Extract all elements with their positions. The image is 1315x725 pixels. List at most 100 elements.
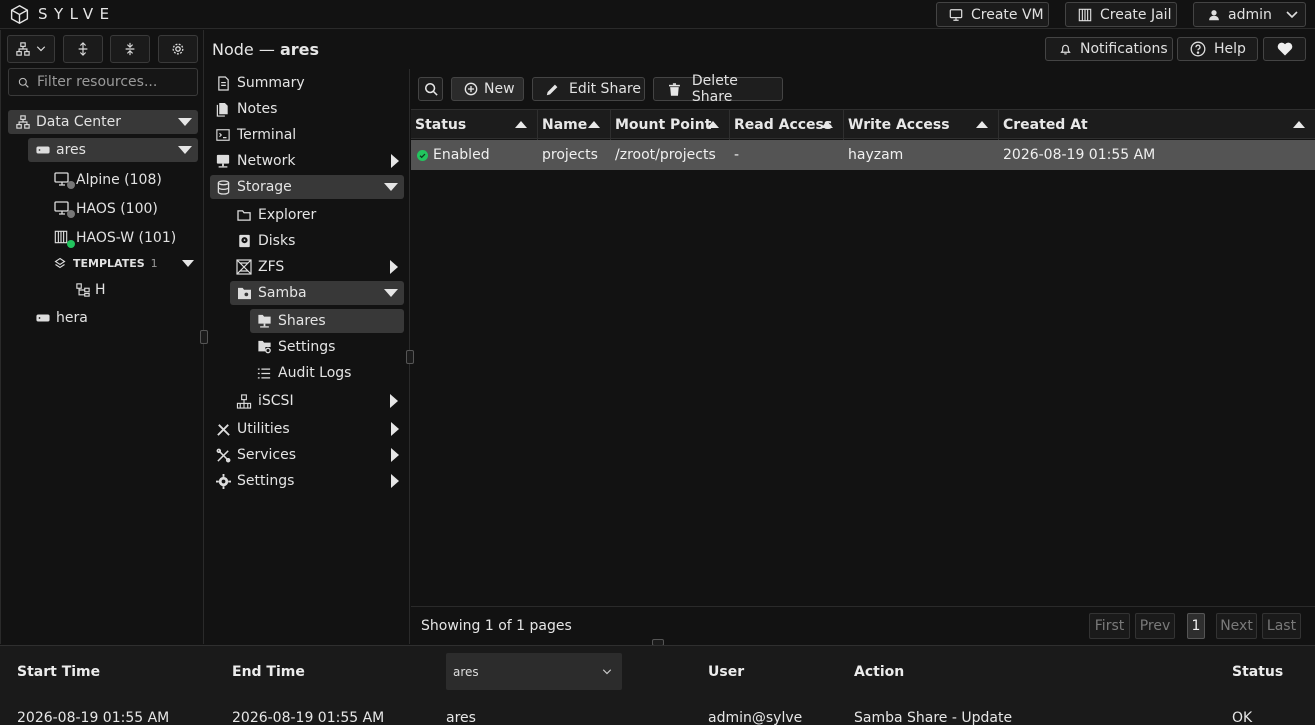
table-header: Status Name Mount Point Read Access Writ… (411, 109, 1315, 140)
column-header-status[interactable]: Status (411, 110, 538, 140)
monitor-icon (949, 8, 963, 21)
nav-summary[interactable]: Summary (215, 71, 405, 95)
tree-settings-button[interactable] (158, 35, 198, 63)
edit-share-button[interactable]: Edit Share (532, 77, 645, 101)
caret-down-icon[interactable] (182, 259, 194, 267)
column-header-action[interactable]: Action (854, 664, 904, 680)
heart-icon (1277, 42, 1292, 56)
donate-button[interactable] (1263, 37, 1306, 61)
nav-notes[interactable]: Notes (215, 97, 405, 121)
tree-view-button[interactable] (7, 35, 55, 63)
services-icon (216, 448, 230, 462)
title-node: ares (279, 40, 319, 59)
tree-label: ares (56, 142, 86, 158)
column-header-status[interactable]: Status (1232, 664, 1283, 680)
nav-explorer[interactable]: Explorer (236, 203, 404, 227)
nav-disks[interactable]: Disks (236, 229, 404, 253)
folder-gear-icon (257, 340, 271, 354)
sort-icon (515, 121, 527, 128)
node-filter-select[interactable]: ares (446, 653, 622, 690)
help-button[interactable]: Help (1177, 37, 1258, 61)
sort-icon (707, 121, 719, 128)
caret-down-icon[interactable] (178, 146, 192, 154)
column-header-start-time[interactable]: Start Time (17, 664, 100, 680)
chevron-down-icon (602, 668, 612, 674)
jail-icon (1078, 8, 1092, 21)
nav-utilities[interactable]: Utilities (215, 417, 405, 441)
table-row[interactable]: Enabled projects /zroot/projects - hayza… (411, 140, 1315, 170)
column-header-user[interactable]: User (708, 664, 744, 680)
page-number-button[interactable]: 1 (1187, 613, 1205, 639)
terminal-icon (216, 129, 230, 141)
nav-storage[interactable]: Storage (210, 175, 404, 199)
top-bar: SYLVE Create VM Create Jail admin (0, 0, 1315, 29)
caret-right-icon[interactable] (391, 154, 399, 168)
expand-icon (78, 42, 88, 56)
tree-item-datacenter[interactable]: Data Center (8, 110, 198, 134)
cell-mount-point: /zroot/projects (615, 147, 716, 163)
nav-iscsi[interactable]: iSCSI (236, 389, 404, 413)
collapse-all-button[interactable] (110, 35, 150, 63)
nav-shares[interactable]: Shares (250, 309, 404, 333)
caret-down-icon[interactable] (384, 183, 398, 191)
caret-down-icon[interactable] (178, 118, 192, 126)
cell-created-at: 2026-08-19 01:55 AM (1003, 147, 1156, 163)
tree-item-vm-alpine[interactable]: Alpine (108) (54, 168, 194, 192)
nav-zfs[interactable]: ZFS (236, 255, 404, 279)
nav-label: Settings (237, 473, 295, 489)
tree-item-template-h[interactable]: H (76, 278, 176, 302)
next-page-button[interactable]: Next (1216, 613, 1257, 639)
cube-icon (10, 4, 29, 25)
nav-samba[interactable]: Samba (230, 281, 404, 305)
audit-cell-status: OK (1232, 710, 1253, 725)
bell-icon (1060, 44, 1071, 55)
notifications-button[interactable]: Notifications (1045, 37, 1173, 61)
tree-item-jail-haos-w[interactable]: HAOS-W (101) (54, 226, 194, 250)
filter-resources[interactable] (8, 68, 198, 96)
caret-right-icon[interactable] (391, 422, 399, 436)
new-share-button[interactable]: New (451, 77, 524, 101)
filter-resources-input[interactable] (37, 74, 197, 90)
audit-cell-start: 2026-08-19 01:55 AM (17, 710, 170, 725)
tree-item-vm-haos[interactable]: HAOS (100) (54, 197, 194, 221)
column-header-name[interactable]: Name (538, 110, 611, 140)
create-vm-button[interactable]: Create VM (936, 2, 1049, 27)
app-logo-text: SYLVE (38, 5, 116, 23)
sort-icon (1293, 121, 1305, 128)
user-menu-button[interactable]: admin (1193, 2, 1306, 27)
nav-network[interactable]: Network (215, 149, 405, 173)
create-jail-button[interactable]: Create Jail (1065, 2, 1177, 27)
column-header-mount-point[interactable]: Mount Point (611, 110, 730, 140)
search-button[interactable] (418, 77, 443, 101)
tree-item-node-ares[interactable]: ares (28, 138, 198, 162)
audit-log-panel: Start Time End Time ares User Action Sta… (0, 645, 1315, 725)
pagination-summary: Showing 1 of 1 pages (421, 618, 572, 634)
nav-label: Samba (258, 285, 307, 301)
caret-right-icon[interactable] (391, 474, 399, 488)
first-page-button[interactable]: First (1089, 613, 1130, 639)
prev-page-button[interactable]: Prev (1135, 613, 1175, 639)
nav-samba-settings[interactable]: Settings (256, 335, 404, 359)
chevron-down-icon (36, 46, 46, 52)
nav-label: Audit Logs (278, 365, 352, 381)
column-header-end-time[interactable]: End Time (232, 664, 305, 680)
caret-down-icon[interactable] (384, 289, 398, 297)
caret-right-icon[interactable] (391, 448, 399, 462)
tree-label: HAOS-W (101) (76, 230, 177, 246)
column-header-write-access[interactable]: Write Access (844, 110, 999, 140)
nav-terminal[interactable]: Terminal (215, 123, 405, 147)
column-header-created-at[interactable]: Created At (999, 110, 1315, 140)
nav-audit-logs[interactable]: Audit Logs (256, 361, 404, 385)
caret-right-icon[interactable] (390, 394, 398, 408)
iscsi-icon (236, 393, 252, 409)
expand-all-button[interactable] (63, 35, 103, 63)
tree-item-node-hera[interactable]: hera (28, 306, 198, 330)
caret-right-icon[interactable] (390, 260, 398, 274)
sort-icon (821, 121, 833, 128)
nav-settings[interactable]: Settings (215, 469, 405, 493)
last-page-button[interactable]: Last (1262, 613, 1301, 639)
tree-item-templates[interactable]: TEMPLATES 1 (54, 251, 196, 275)
column-header-read-access[interactable]: Read Access (730, 110, 844, 140)
nav-services[interactable]: Services (215, 443, 405, 467)
delete-share-button[interactable]: Delete Share (653, 73, 783, 105)
